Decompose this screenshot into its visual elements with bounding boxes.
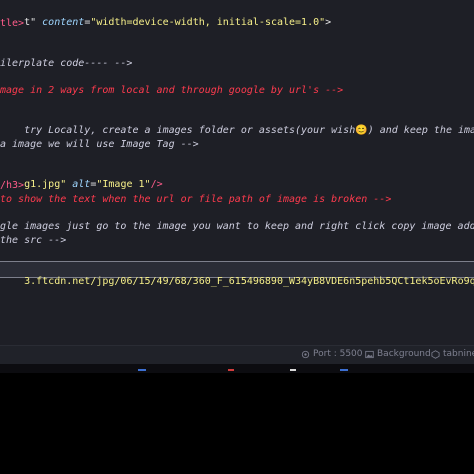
code-token-attr: alt (66, 179, 91, 190)
smile-emoji-icon: 😊 (355, 125, 368, 136)
code-token-tag: /> (150, 179, 163, 190)
tabnine-item[interactable]: tabnine (431, 349, 474, 359)
taskbar-indicator (228, 369, 234, 371)
code-line-h3-close: /h3> (0, 180, 25, 191)
code-line-boilerplate-comment: ilerplate code---- --> (0, 58, 133, 69)
tabnine-label: tabnine (443, 349, 474, 359)
code-editor[interactable]: t" content="width=device-width, initial-… (0, 0, 474, 345)
code-line-image-tag-comment: a image we will use Image Tag --> (0, 139, 199, 150)
code-line-meta: t" content="width=device-width, initial-… (0, 3, 331, 42)
code-line-google-comment-2: the src --> (0, 235, 67, 246)
taskbar-strip (0, 364, 474, 373)
status-bar: Port : 5500 Background tabnine (0, 345, 474, 364)
broadcast-icon (301, 350, 310, 358)
code-token-string: 3.ftcdn.net/jpg/06/15/49/68/360_F_615496… (24, 276, 474, 287)
taskbar-indicator (290, 369, 296, 371)
code-token: t" (24, 17, 43, 28)
code-token-string: "width=device-width, initial-scale=1.0" (90, 17, 326, 28)
code-token: try Locally, create a images folder or a… (24, 125, 356, 136)
image-icon (365, 350, 374, 358)
code-token-string: g1.jpg" (24, 179, 67, 190)
code-line-ways-comment: mage in 2 ways from local and through go… (0, 85, 344, 96)
taskbar-indicator (340, 369, 348, 371)
code-token-string: "Image 1" (96, 179, 151, 190)
code-token: > (325, 17, 332, 28)
tabnine-icon (431, 349, 440, 359)
code-line-title-close: tle> (0, 18, 25, 29)
code-token: ) and keep the images you wan (367, 125, 474, 136)
port-label: Port : 5500 (313, 349, 363, 359)
code-line-url[interactable]: 3.ftcdn.net/jpg/06/15/49/68/360_F_615496… (0, 262, 474, 301)
taskbar-indicator (138, 369, 146, 371)
code-line-broken-comment: to show the text when the url or file pa… (0, 194, 392, 205)
background-item[interactable]: Background (365, 349, 431, 359)
background-label: Background (377, 349, 431, 359)
code-line-google-comment-1: gle images just go to the image you want… (0, 221, 474, 232)
live-server-port-item[interactable]: Port : 5500 (301, 349, 363, 359)
code-token-attr: content (42, 17, 85, 28)
